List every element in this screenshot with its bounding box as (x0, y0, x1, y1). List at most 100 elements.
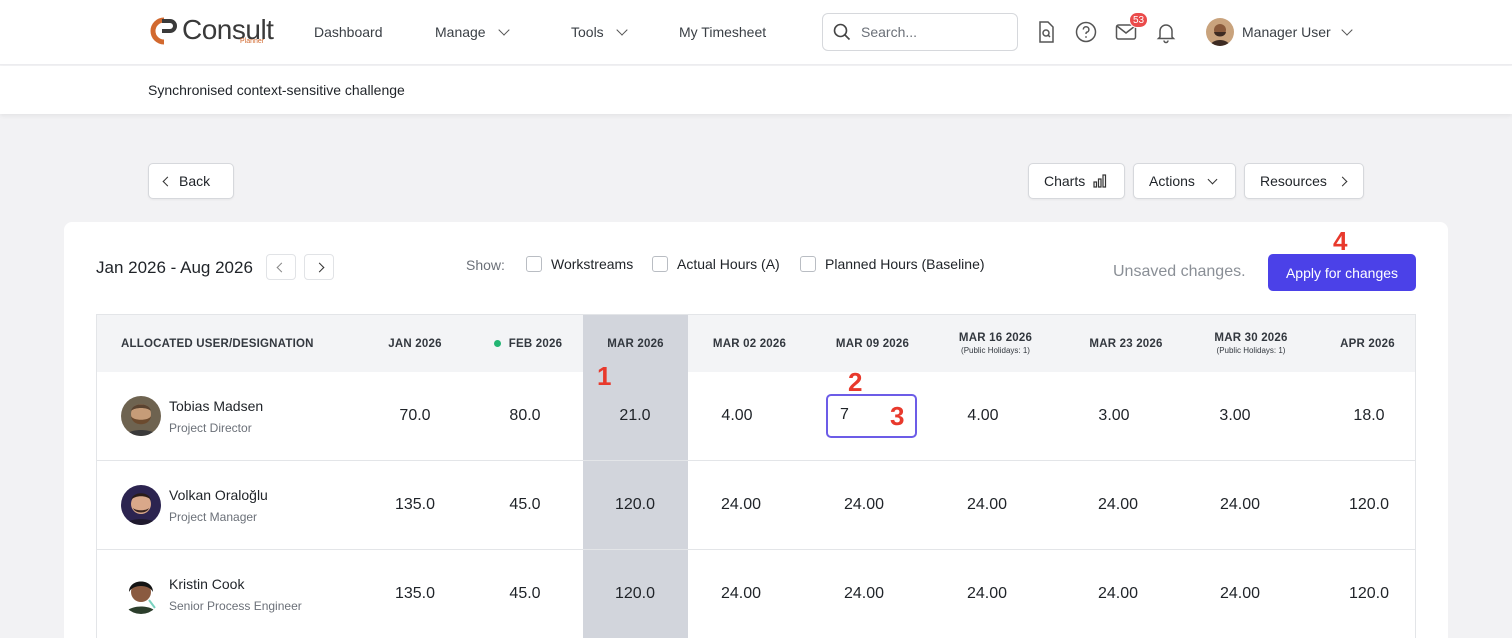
column-label: FEB 2026 (508, 337, 563, 350)
nav-tools-label: Tools (571, 24, 604, 40)
checkbox-box[interactable] (526, 256, 542, 272)
nav-my-timesheet[interactable]: My Timesheet (679, 24, 766, 40)
public-holiday-note: (Public Holidays: 1) (1216, 346, 1286, 355)
charts-label: Charts (1044, 173, 1086, 189)
logo-mark-icon (148, 16, 180, 46)
chevron-right-icon (314, 262, 324, 272)
allocation-cell[interactable]: 24.00 (1195, 585, 1285, 603)
document-search-icon[interactable] (1034, 20, 1058, 44)
allocation-cell[interactable]: 24.00 (942, 585, 1032, 603)
allocation-cell[interactable]: 4.00 (938, 407, 1028, 425)
planned-hours-checkbox[interactable]: Planned Hours (Baseline) (800, 256, 985, 272)
chevron-left-icon (162, 176, 173, 186)
allocation-cell[interactable]: 120.0 (1324, 496, 1414, 514)
workstreams-checkbox[interactable]: Workstreams (526, 256, 633, 272)
chevron-left-icon (276, 262, 286, 272)
unsaved-status: Unsaved changes. (1113, 263, 1246, 280)
allocation-cell[interactable]: 80.0 (480, 407, 570, 425)
allocation-cell[interactable]: 120.0 (1324, 585, 1414, 603)
next-range-button[interactable] (304, 254, 334, 280)
charts-button[interactable]: Charts (1028, 163, 1125, 199)
user-avatar[interactable] (1206, 18, 1234, 46)
column-header[interactable]: FEB 2026 (473, 315, 583, 372)
allocation-cell[interactable]: 24.00 (1073, 585, 1163, 603)
apply-label: Apply for changes (1285, 264, 1399, 281)
allocation-cell[interactable]: 24.00 (1073, 496, 1163, 514)
allocation-cell[interactable]: 120.0 (590, 585, 680, 603)
allocation-cell[interactable]: 120.0 (590, 496, 680, 514)
actual-hours-checkbox[interactable]: Actual Hours (A) (652, 256, 780, 272)
help-icon[interactable] (1074, 20, 1098, 44)
step-marker-4: 4 (1333, 226, 1348, 256)
allocation-cell[interactable]: 24.00 (942, 496, 1032, 514)
user-column-label: ALLOCATED USER/DESIGNATION (121, 337, 314, 350)
column-label: MAR 2026 (607, 337, 664, 350)
nav-dashboard-label: Dashboard (314, 24, 383, 40)
brand-sub: Planner (240, 38, 265, 45)
project-title: Synchronised context-sensitive challenge (148, 82, 405, 98)
brand-logo[interactable]: Consult Planner (148, 16, 274, 48)
checkbox-box[interactable] (800, 256, 816, 272)
allocation-cell[interactable]: 24.00 (696, 585, 786, 603)
column-label: APR 2026 (1340, 337, 1395, 350)
user-name: Manager User (1242, 24, 1331, 40)
search-icon (833, 23, 851, 41)
nav-dashboard[interactable]: Dashboard (314, 24, 383, 40)
nav-manage-label: Manage (435, 24, 486, 40)
column-header[interactable]: JAN 2026 (367, 315, 463, 372)
search-input[interactable] (861, 24, 1001, 40)
user-name: Tobias Madsen (169, 398, 264, 414)
bell-icon[interactable] (1154, 20, 1178, 44)
allocation-cell[interactable]: 24.00 (696, 496, 786, 514)
nav-tools[interactable]: Tools (571, 24, 628, 40)
allocation-cell[interactable]: 135.0 (370, 585, 460, 603)
bar-chart-icon (1093, 174, 1107, 188)
allocation-cell[interactable]: 4.00 (692, 407, 782, 425)
user-role: Project Director (169, 421, 252, 435)
column-header[interactable]: MAR 23 2026 (1057, 315, 1195, 372)
prev-range-button[interactable] (266, 254, 296, 280)
row-divider (97, 460, 1415, 461)
allocation-cell[interactable]: 24.00 (1195, 496, 1285, 514)
column-header-user: ALLOCATED USER/DESIGNATION (97, 315, 367, 372)
column-label: MAR 02 2026 (712, 337, 787, 350)
column-header[interactable]: MAR 02 2026 (688, 315, 811, 372)
allocation-cell[interactable]: 21.0 (590, 407, 680, 425)
checkbox-box[interactable] (652, 256, 668, 272)
allocation-cell[interactable]: 24.00 (819, 496, 909, 514)
nav-timesheet-label: My Timesheet (679, 24, 767, 40)
user-name: Kristin Cook (169, 576, 245, 592)
allocation-cell[interactable]: 3.00 (1190, 407, 1280, 425)
nav-manage[interactable]: Manage (435, 24, 510, 40)
avatar (121, 485, 161, 525)
allocation-cell[interactable]: 24.00 (819, 585, 909, 603)
resources-button[interactable]: Resources (1244, 163, 1364, 199)
show-label: Show: (466, 257, 505, 273)
allocation-cell[interactable]: 70.0 (370, 407, 460, 425)
allocation-cell[interactable]: 3.00 (1069, 407, 1159, 425)
allocation-cell[interactable]: 45.0 (480, 496, 570, 514)
column-label: JAN 2026 (388, 337, 442, 350)
allocation-cell[interactable]: 135.0 (370, 496, 460, 514)
allocation-input[interactable] (828, 396, 888, 434)
column-header[interactable]: APR 2026 (1318, 315, 1415, 372)
allocation-cell[interactable]: 18.0 (1324, 407, 1414, 425)
status-dot-icon (493, 340, 501, 347)
avatar (121, 396, 161, 436)
resources-label: Resources (1260, 173, 1327, 189)
column-header[interactable]: MAR 16 2026 (Public Holidays: 1) (934, 315, 1057, 372)
allocation-cell[interactable]: 45.0 (480, 585, 570, 603)
chevron-down-icon (497, 24, 510, 36)
actual-hours-label: Actual Hours (A) (677, 256, 780, 272)
column-header[interactable]: MAR 30 2026 (Public Holidays: 1) (1187, 315, 1315, 372)
search-box (822, 13, 1018, 51)
back-button[interactable]: Back (148, 163, 234, 199)
row-divider (97, 549, 1415, 550)
actions-button[interactable]: Actions (1133, 163, 1236, 199)
column-header[interactable]: MAR 09 2026 (811, 315, 934, 372)
apply-changes-button[interactable]: Apply for changes (1268, 254, 1416, 291)
step-marker-1: 1 (597, 361, 612, 391)
chevron-down-icon (1341, 24, 1353, 36)
allocation-table: ALLOCATED USER/DESIGNATION JAN 2026 FEB … (96, 314, 1416, 638)
user-menu[interactable]: Manager User (1242, 24, 1353, 40)
